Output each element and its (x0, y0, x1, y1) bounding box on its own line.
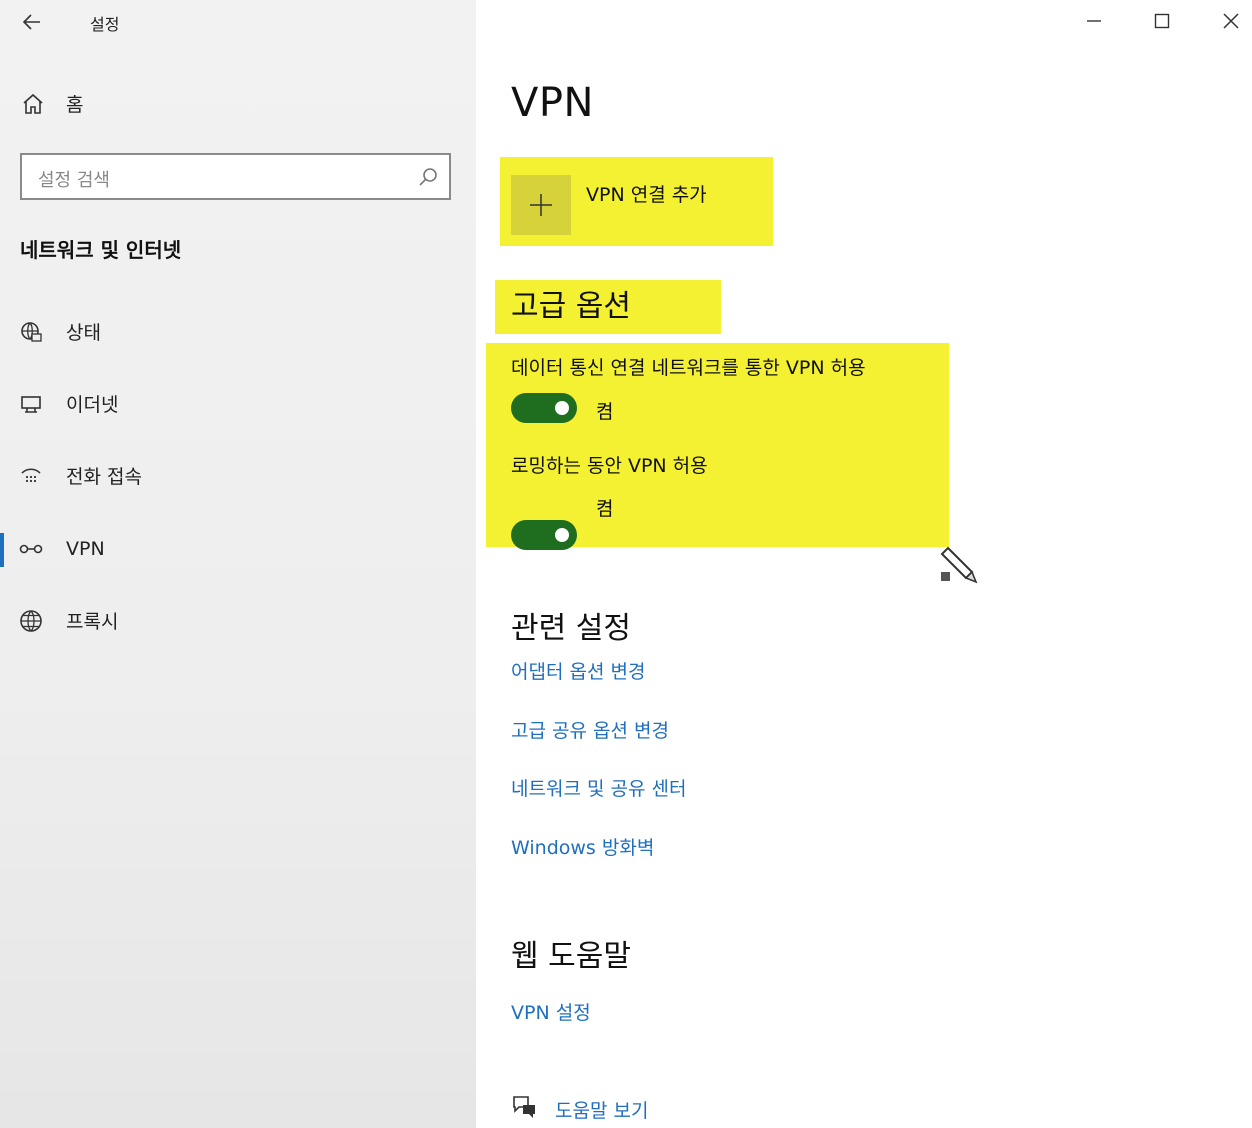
roaming-vpn-label: 로밍하는 동안 VPN 허용 (511, 455, 708, 477)
globe-status-icon (18, 319, 44, 345)
toggle-knob (555, 528, 569, 542)
sidebar-item-label: VPN (66, 538, 105, 560)
search-placeholder: 설정 검색 (38, 170, 110, 191)
search-icon (417, 166, 439, 192)
get-help-link[interactable]: 도움말 보기 (511, 1094, 648, 1124)
vpn-settings-link[interactable]: VPN 설정 (511, 998, 591, 1025)
minimize-icon (1087, 20, 1101, 22)
advanced-options-heading: 고급 옵션 (511, 289, 631, 324)
globe-icon (18, 608, 44, 634)
roaming-vpn-state: 켬 (596, 498, 614, 520)
dial-up-icon (18, 463, 44, 489)
sidebar-item-dialup[interactable]: 전화 접속 (18, 462, 142, 489)
metered-vpn-toggle[interactable] (511, 393, 577, 423)
roaming-vpn-toggle[interactable] (511, 520, 577, 550)
help-chat-icon (511, 1094, 539, 1124)
get-help-label: 도움말 보기 (555, 1099, 649, 1122)
metered-vpn-state: 켬 (596, 401, 614, 423)
windows-firewall-link[interactable]: Windows 방화벽 (511, 833, 654, 860)
arrow-left-icon (22, 14, 40, 30)
close-button[interactable] (1208, 0, 1252, 42)
home-icon (20, 91, 46, 117)
add-vpn-connection-button[interactable]: VPN 연결 추가 (511, 175, 771, 237)
main-content: VPN VPN 연결 추가 고급 옵션 데이터 통신 연결 네트워크를 통한 V… (476, 0, 1252, 1128)
window-title: 설정 (90, 15, 120, 34)
sidebar-item-vpn[interactable]: VPN (18, 536, 105, 562)
toggle-knob (555, 401, 569, 415)
sidebar-item-label: 전화 접속 (66, 466, 142, 488)
plus-icon (530, 194, 552, 216)
home-label: 홈 (66, 94, 84, 116)
minimize-button[interactable] (1071, 0, 1117, 42)
web-help-heading: 웹 도움말 (511, 939, 631, 974)
add-connection-label: VPN 연결 추가 (586, 184, 707, 206)
close-icon (1223, 13, 1239, 29)
sidebar-item-label: 이더넷 (66, 394, 119, 416)
back-button[interactable] (14, 4, 50, 40)
vpn-icon (18, 536, 44, 562)
network-sharing-center-link[interactable]: 네트워크 및 공유 센터 (511, 774, 686, 801)
sidebar-item-ethernet[interactable]: 이더넷 (18, 390, 118, 417)
related-settings-heading: 관련 설정 (511, 611, 631, 646)
advanced-sharing-link[interactable]: 고급 공유 옵션 변경 (511, 716, 669, 743)
search-input[interactable]: 설정 검색 (20, 153, 451, 200)
metered-vpn-label: 데이터 통신 연결 네트워크를 통한 VPN 허용 (511, 357, 866, 379)
maximize-button[interactable] (1139, 0, 1185, 42)
page-title: VPN (511, 80, 594, 126)
add-tile (511, 175, 571, 235)
sidebar-item-label: 프록시 (66, 611, 119, 633)
section-title: 네트워크 및 인터넷 (20, 238, 182, 262)
selected-indicator (0, 533, 4, 567)
sidebar-item-label: 상태 (66, 322, 101, 344)
sidebar-item-status[interactable]: 상태 (18, 318, 101, 345)
maximize-icon (1154, 13, 1170, 29)
pen-cursor-icon (936, 540, 986, 594)
sidebar: 설정 홈 설정 검색 네트워크 및 인터넷 상태 이더넷 전화 접속 VPN 프… (0, 0, 476, 1128)
adapter-options-link[interactable]: 어댑터 옵션 변경 (511, 657, 645, 684)
sidebar-item-proxy[interactable]: 프록시 (18, 607, 118, 634)
home-nav-item[interactable]: 홈 (20, 90, 83, 117)
ethernet-icon (18, 391, 44, 417)
